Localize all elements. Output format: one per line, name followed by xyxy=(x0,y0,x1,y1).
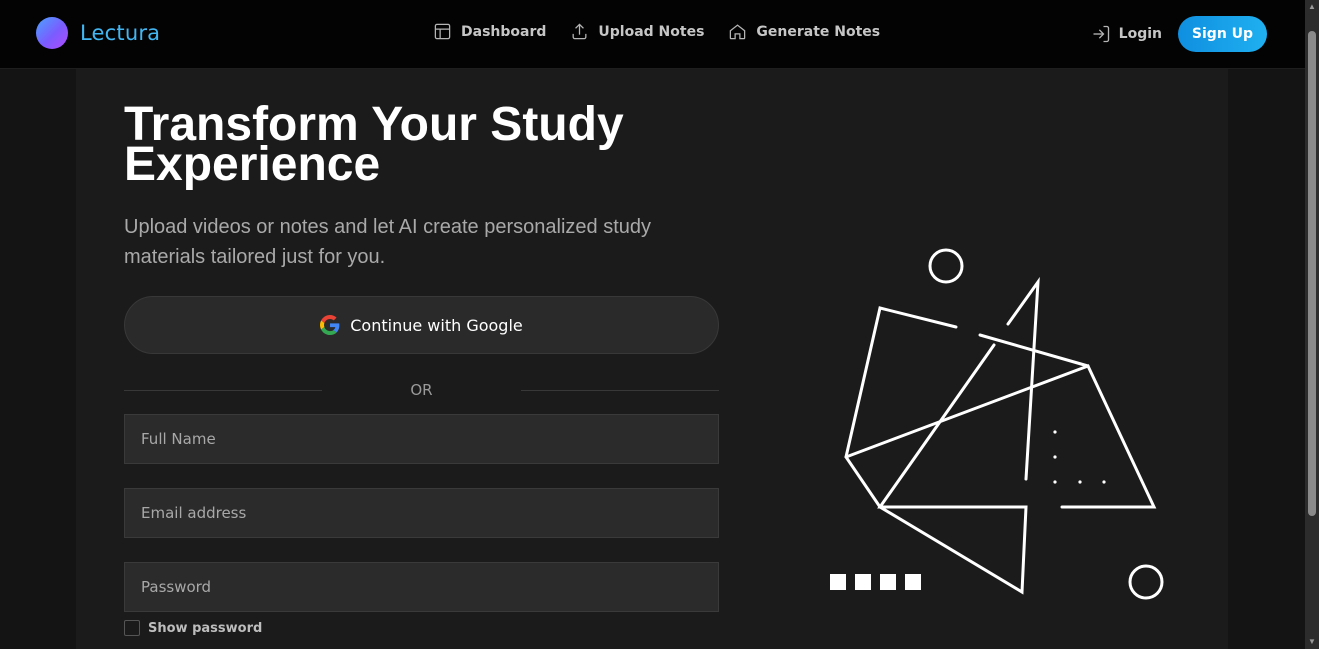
sign-up-button[interactable]: Sign Up xyxy=(1178,16,1267,52)
upload-icon xyxy=(572,23,587,40)
scrollbar-thumb[interactable] xyxy=(1308,31,1316,516)
login-label: Login xyxy=(1118,26,1162,42)
divider-line-right xyxy=(521,390,719,391)
or-divider: OR xyxy=(124,381,719,401)
auth-actions: Login Sign Up xyxy=(1091,16,1267,52)
show-password-toggle[interactable]: Show password xyxy=(124,620,262,636)
google-icon xyxy=(320,315,340,335)
login-link[interactable]: Login xyxy=(1091,24,1162,44)
nav-item-label: Upload Notes xyxy=(598,23,705,40)
hero-subtitle: Upload videos or notes and let AI create… xyxy=(124,216,651,268)
nav-item-label: Generate Notes xyxy=(756,23,881,40)
password-field[interactable] xyxy=(124,562,719,612)
illustration-circle-bottom xyxy=(1128,564,1164,600)
nav-item-generate-notes[interactable]: Generate Notes xyxy=(728,22,880,41)
layout-icon xyxy=(434,23,451,40)
illustration-dots xyxy=(1053,430,1106,484)
top-navigation-bar: Lectura Dashboard Upload Notes Generate … xyxy=(0,0,1305,69)
email-field[interactable] xyxy=(124,488,719,538)
scroll-down-arrow-icon[interactable]: ▼ xyxy=(1305,635,1319,649)
nav-item-label: Dashboard xyxy=(461,23,547,40)
nav-item-upload-notes[interactable]: Upload Notes xyxy=(570,22,704,41)
illustration-shape-right xyxy=(844,364,1157,509)
nav-item-dashboard[interactable]: Dashboard xyxy=(433,22,546,41)
hero-title: Transform Your Study Experience xyxy=(124,98,624,191)
brand[interactable]: Lectura xyxy=(36,17,160,49)
illustration-spike xyxy=(1006,276,1040,481)
brand-logo-icon xyxy=(36,17,68,49)
scroll-up-arrow-icon[interactable]: ▲ xyxy=(1305,0,1319,14)
illustration-squares xyxy=(830,574,921,590)
vertical-scrollbar[interactable]: ▲ ▼ xyxy=(1305,0,1319,649)
show-password-label: Show password xyxy=(148,620,263,636)
login-icon xyxy=(1093,25,1109,43)
home-icon xyxy=(730,24,746,40)
illustration-shape-left xyxy=(844,306,1028,595)
signup-panel: Transform Your Study Experience Upload v… xyxy=(76,69,1228,649)
full-name-field[interactable] xyxy=(124,414,719,464)
main-nav: Dashboard Upload Notes Generate Notes xyxy=(433,22,880,41)
illustration-circle-top xyxy=(928,248,964,284)
continue-with-google-button[interactable]: Continue with Google xyxy=(124,296,719,354)
show-password-checkbox[interactable] xyxy=(124,620,140,636)
brand-name: Lectura xyxy=(80,21,161,45)
google-button-label: Continue with Google xyxy=(350,315,523,335)
geometric-illustration xyxy=(830,248,1164,600)
